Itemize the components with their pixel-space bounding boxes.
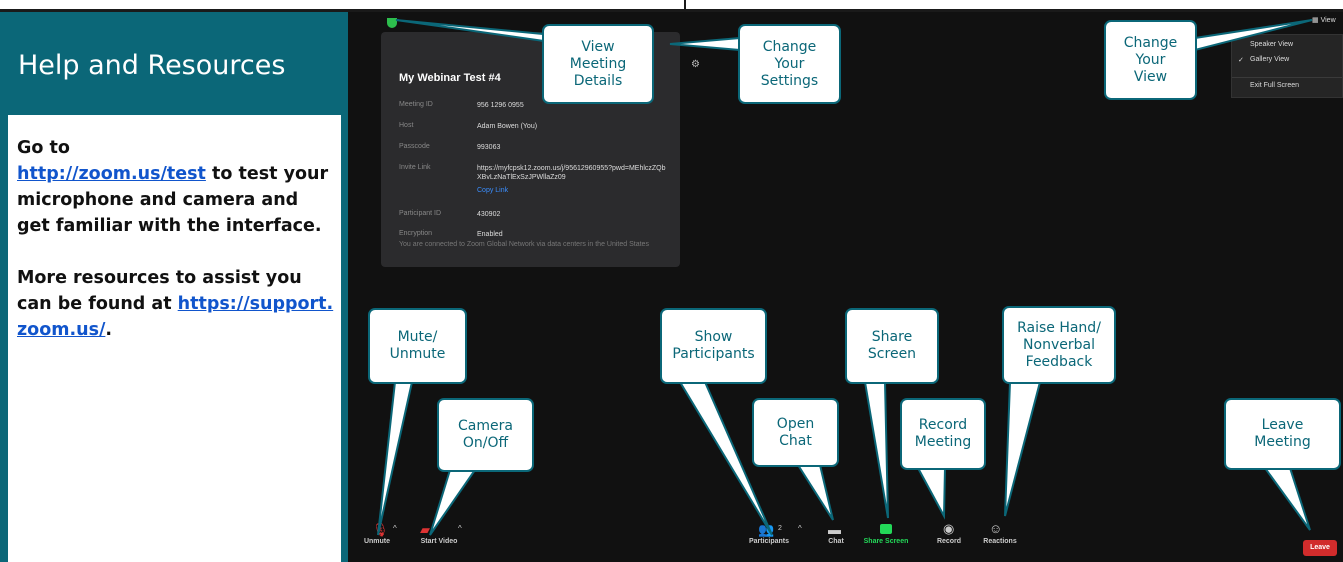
network-note: You are connected to Zoom Global Network…	[399, 241, 649, 248]
callout-change-settings: Change Your Settings	[738, 24, 841, 104]
participant-count: 2	[778, 525, 782, 532]
participants-icon[interactable]: 👥	[758, 522, 774, 538]
chat-icon[interactable]: ▬	[828, 522, 841, 537]
gallery-view-option[interactable]: Gallery View	[1250, 56, 1289, 63]
callout-mute-unmute: Mute/ Unmute	[368, 308, 467, 384]
period: .	[105, 320, 113, 340]
record-icon[interactable]: ◉	[943, 521, 954, 537]
microphone-muted-icon[interactable]: 🎙	[372, 522, 389, 538]
record-label[interactable]: Record	[934, 538, 964, 545]
chevron-up-icon-video[interactable]: ^	[458, 524, 462, 533]
start-video-label[interactable]: Start Video	[414, 538, 464, 545]
invite-link-value: https://myfcpsk12.zoom.us/j/95612960955?…	[477, 165, 666, 181]
meeting-title: My Webinar Test #4	[399, 72, 501, 84]
host-value: Adam Bowen (You)	[477, 123, 538, 130]
grid-icon: ▦	[1312, 17, 1319, 24]
zoom-test-link[interactable]: http://zoom.us/test	[17, 164, 206, 184]
reactions-label[interactable]: Reactions	[980, 538, 1020, 545]
intro-text: Go to	[17, 138, 70, 158]
participant-id-value: 430902	[477, 211, 501, 218]
callout-raise-hand: Raise Hand/ Nonverbal Feedback	[1002, 306, 1116, 384]
host-label: Host	[399, 122, 414, 129]
menu-divider	[1232, 77, 1342, 78]
share-screen-icon[interactable]	[880, 524, 892, 534]
callout-open-chat: Open Chat	[752, 398, 839, 467]
meeting-id-label: Meeting ID	[399, 101, 433, 108]
gear-icon[interactable]: ⚙	[691, 60, 701, 70]
unmute-label[interactable]: Unmute	[362, 538, 392, 545]
chevron-up-icon[interactable]: ^	[393, 524, 397, 533]
encryption-value: Enabled	[477, 231, 503, 238]
leave-button[interactable]: Leave	[1303, 540, 1337, 556]
exit-full-screen-option[interactable]: Exit Full Screen	[1250, 82, 1299, 89]
callout-record-meeting: Record Meeting	[900, 398, 986, 470]
encryption-label: Encryption	[399, 230, 433, 237]
reactions-icon[interactable]: ☺	[989, 521, 1002, 536]
callout-show-participants: Show Participants	[660, 308, 767, 384]
top-border	[0, 0, 1343, 12]
participants-label[interactable]: Participants	[744, 538, 794, 545]
callout-share-screen: Share Screen	[845, 308, 939, 384]
view-button[interactable]: ▦ View	[1312, 16, 1336, 24]
video-off-icon[interactable]: ▰	[420, 522, 430, 538]
check-icon: ✓	[1238, 57, 1244, 64]
shield-icon[interactable]	[387, 18, 397, 28]
sidebar-content-box: Go to http://zoom.us/test to test your m…	[8, 115, 341, 562]
view-menu: Speaker View ✓ Gallery View Exit Full Sc…	[1231, 34, 1343, 98]
callout-camera-on-off: Camera On/Off	[437, 398, 534, 472]
top-divider	[684, 0, 686, 10]
copy-link-button[interactable]: Copy Link	[477, 187, 508, 194]
share-screen-label[interactable]: Share Screen	[858, 538, 914, 545]
passcode-value: 993063	[477, 144, 501, 151]
callout-leave-meeting: Leave Meeting	[1224, 398, 1341, 470]
help-sidebar: Help and Resources Go to http://zoom.us/…	[0, 12, 348, 562]
callout-view-meeting-details: View Meeting Details	[542, 24, 654, 104]
sidebar-title: Help and Resources	[18, 50, 286, 81]
participant-id-label: Participant ID	[399, 210, 442, 217]
view-button-label: View	[1320, 17, 1336, 24]
speaker-view-option[interactable]: Speaker View	[1250, 41, 1293, 48]
sidebar-text: Go to http://zoom.us/test to test your m…	[17, 135, 335, 343]
chevron-up-icon-participants[interactable]: ^	[798, 524, 802, 533]
chat-label[interactable]: Chat	[824, 538, 848, 545]
passcode-label: Passcode	[399, 143, 430, 150]
callout-change-view: Change Your View	[1104, 20, 1197, 100]
invite-link-label: Invite Link	[399, 164, 431, 171]
